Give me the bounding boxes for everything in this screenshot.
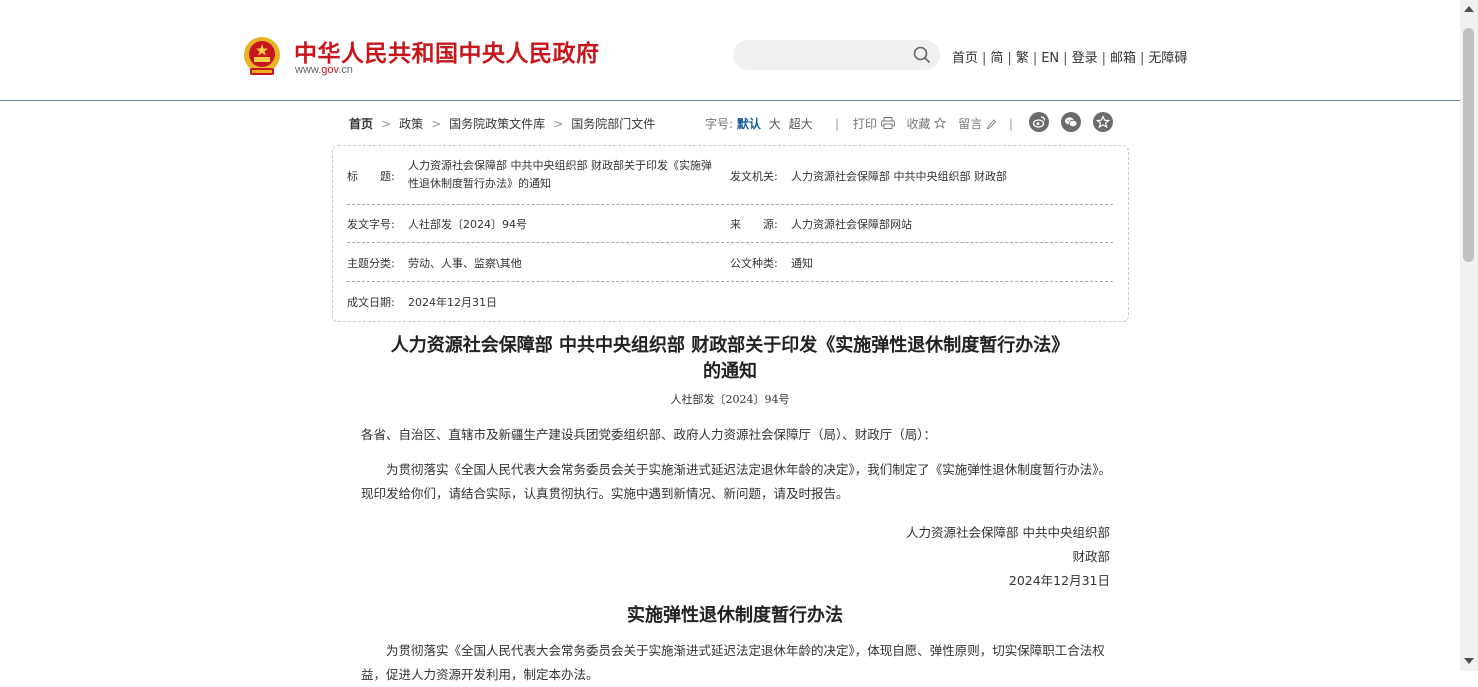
font-size-default[interactable]: 默认 [737, 117, 761, 131]
breadcrumb-arrow: > [553, 117, 564, 131]
print-label: 打印 [852, 117, 877, 131]
nav-home[interactable]: 首页 [952, 51, 978, 66]
document-metadata: 标 题: 人力资源社会保障部 中共中央组织部 财政部关于印发《实施弹 性退休制度… [332, 145, 1129, 322]
toolbar-separator: | [835, 117, 840, 131]
favorite-button[interactable]: 收藏 [906, 116, 951, 131]
nav-traditional[interactable]: 繁 [1016, 51, 1029, 66]
breadcrumb-arrow: > [431, 117, 442, 131]
national-emblem-icon[interactable] [242, 35, 282, 77]
document-title: 人力资源社会保障部 中共中央组织部 财政部关于印发《实施弹性退休制度暂行办法》 … [345, 333, 1115, 385]
site-header: 中华人民共和国中央人民政府 www.gov.cn 首页 | 简 | 繁 | EN | 登录 | 邮箱… [0, 0, 1460, 101]
meta-topic-label: 主题分类: [347, 257, 395, 270]
top-nav: 首页 | 简 | 繁 | EN | 登录 | 邮箱 | 无障碍 [952, 47, 1187, 66]
document-signer-2: 财政部 [1072, 549, 1110, 564]
comment-label: 留言 [958, 117, 983, 131]
social-share [1029, 112, 1121, 134]
meta-row-date: 成文日期: 2024年12月31日 [347, 282, 1113, 318]
breadcrumb-policy[interactable]: 政策 [399, 117, 423, 131]
nav-english[interactable]: EN [1041, 51, 1059, 66]
meta-docno-value: 人社部发〔2024〕94号 [408, 218, 527, 231]
meta-type-label: 公文种类: [730, 257, 778, 270]
toolbar-separator: | [1008, 117, 1013, 131]
meta-title-value-line2: 性退休制度暂行办法》的通知 [408, 177, 551, 190]
meta-docno-label: 发文字号: [347, 218, 395, 231]
document-sign-date: 2024年12月31日 [1008, 573, 1110, 588]
nav-separator: | [982, 51, 987, 66]
printer-icon [880, 117, 895, 129]
meta-row-title: 标 题: 人力资源社会保障部 中共中央组织部 财政部关于印发《实施弹 性退休制度… [347, 154, 1113, 205]
document-paragraph-1: 为贯彻落实《全国人民代表大会常务委员会关于实施渐进式延迟法定退休年龄的决定》，我… [361, 462, 1112, 501]
site-title[interactable]: 中华人民共和国中央人民政府 [294, 34, 600, 68]
pencil-icon [986, 119, 997, 130]
search-input[interactable] [745, 40, 909, 72]
meta-topic-value: 劳动、人事、监察\其他 [408, 257, 522, 270]
meta-type-value: 通知 [791, 257, 813, 270]
meta-date-label: 成文日期: [347, 296, 395, 309]
measures-paragraph-1: 为贯彻落实《全国人民代表大会常务委员会关于实施渐进式延迟法定退休年龄的决定》，体… [361, 643, 1105, 682]
measures-title: 实施弹性退休制度暂行办法 [627, 605, 843, 626]
meta-source-label: 来 源: [730, 218, 778, 231]
article-actions: | 打印 收藏 留言 | [825, 115, 1023, 132]
breadcrumb: 首页 > 政策 > 国务院政策文件库 > 国务院部门文件 [349, 115, 655, 132]
favorite-label: 收藏 [906, 117, 931, 131]
breadcrumb-arrow: > [381, 117, 392, 131]
site-url[interactable]: www.gov.cn [295, 64, 353, 76]
meta-title-label: 标 题: [347, 170, 395, 183]
document-signer-1: 人力资源社会保障部 中共中央组织部 [906, 525, 1110, 540]
font-size-label: 字号: [705, 117, 734, 131]
nav-mailbox[interactable]: 邮箱 [1110, 51, 1136, 66]
search-box [733, 40, 940, 72]
wechat-icon[interactable] [1060, 112, 1081, 132]
breadcrumb-home[interactable]: 首页 [349, 117, 373, 131]
nav-separator: | [1032, 51, 1038, 66]
scroll-down-arrow-icon[interactable] [1464, 658, 1474, 664]
scrollbar-thumb[interactable] [1463, 28, 1474, 262]
meta-issuer-value: 人力资源社会保障部 中共中央组织部 财政部 [791, 170, 1007, 183]
meta-row-docno: 发文字号: 人社部发〔2024〕94号 来 源: 人力资源社会保障部网站 [347, 204, 1113, 243]
nav-simplified[interactable]: 简 [990, 51, 1003, 66]
meta-issuer-label: 发文机关: [730, 170, 778, 183]
scroll-up-arrow-icon[interactable] [1464, 6, 1474, 12]
meta-row-topic: 主题分类: 劳动、人事、监察\其他 公文种类: 通知 [347, 243, 1113, 282]
meta-title-value: 人力资源社会保障部 中共中央组织部 财政部关于印发《实施弹 性退休制度暂行办法》… [408, 157, 728, 193]
font-size-xlarge[interactable]: 超大 [789, 117, 813, 131]
meta-source-value: 人力资源社会保障部网站 [791, 218, 912, 231]
breadcrumb-department-docs[interactable]: 国务院部门文件 [571, 117, 655, 131]
document-salutation: 各省、自治区、直辖市及新疆生产建设兵团党委组织部、政府人力资源社会保障厅（局）、… [361, 427, 937, 442]
site-url-suffix: .cn [338, 64, 353, 76]
star-outline-icon [934, 116, 947, 129]
nav-separator: | [1063, 51, 1068, 66]
print-button[interactable]: 打印 [853, 117, 899, 131]
site-url-domain: gov [321, 64, 339, 76]
favorite-circle-icon[interactable] [1092, 112, 1113, 132]
article-toolbar: 首页 > 政策 > 国务院政策文件库 > 国务院部门文件 字号: 默认 大 超大 | 打印 … [349, 112, 1121, 134]
page-scrollbar[interactable] [1460, 0, 1478, 671]
nav-login[interactable]: 登录 [1072, 51, 1098, 66]
meta-title-value-line1: 人力资源社会保障部 中共中央组织部 财政部关于印发《实施弹 [408, 159, 712, 172]
document-title-line2: 的通知 [703, 361, 757, 382]
font-size-switcher: 字号: 默认 大 超大 [705, 115, 813, 132]
breadcrumb-policy-library[interactable]: 国务院政策文件库 [449, 117, 545, 131]
site-url-prefix: www. [295, 64, 322, 76]
document-title-line1: 人力资源社会保障部 中共中央组织部 财政部关于印发《实施弹性退休制度暂行办法》 [390, 335, 1070, 356]
meta-date-value: 2024年12月31日 [408, 296, 497, 309]
nav-separator: | [1007, 51, 1012, 66]
comment-button[interactable]: 留言 [958, 117, 1001, 131]
search-icon[interactable] [913, 46, 931, 64]
document-number: 人社部发〔2024〕94号 [670, 393, 790, 406]
font-size-large[interactable]: 大 [769, 117, 781, 131]
nav-accessibility[interactable]: 无障碍 [1148, 51, 1187, 66]
nav-separator: | [1139, 51, 1145, 66]
nav-separator: | [1101, 51, 1106, 66]
weibo-icon[interactable] [1029, 112, 1049, 132]
